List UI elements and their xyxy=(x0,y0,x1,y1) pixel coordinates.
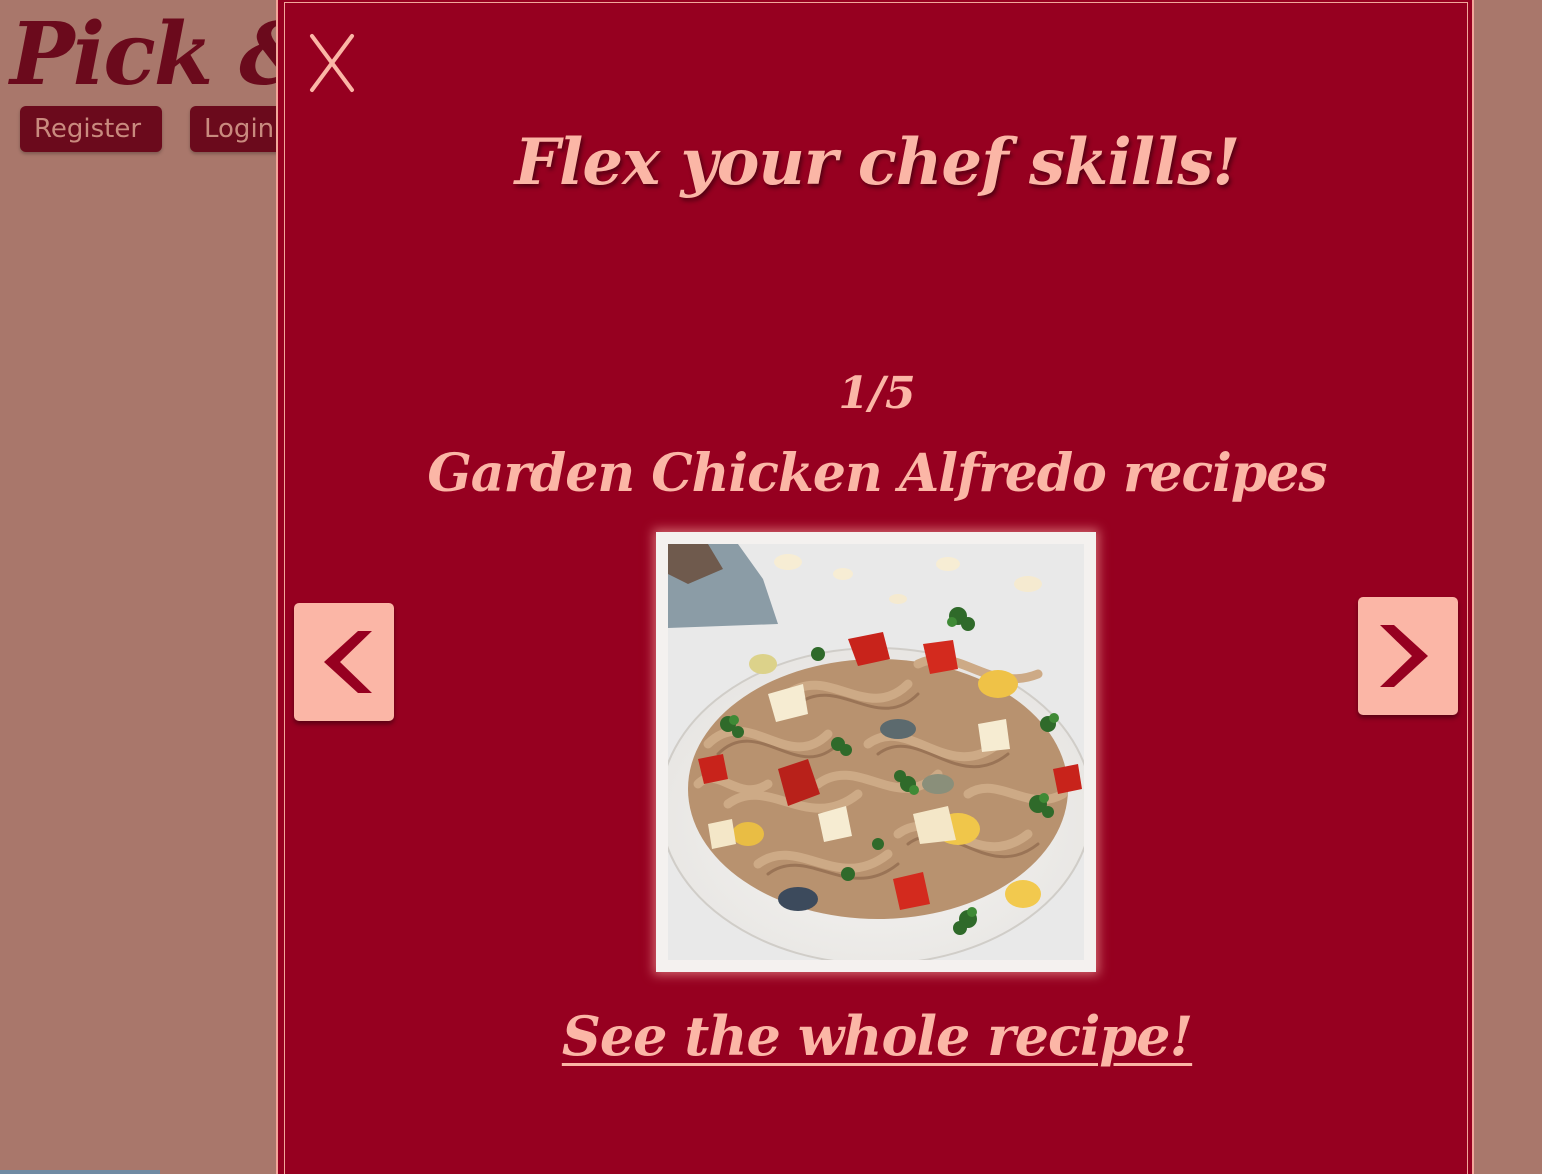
recipe-photo-frame xyxy=(656,532,1096,972)
register-button[interactable]: Register xyxy=(20,106,162,152)
bottom-edge-strip xyxy=(0,1170,160,1174)
chevron-right-icon xyxy=(1380,625,1428,687)
see-recipe-link-label[interactable]: See the whole recipe! xyxy=(562,1004,1193,1068)
slide-counter: 1/5 xyxy=(838,368,916,419)
chevron-left-icon xyxy=(324,631,372,693)
see-recipe-link[interactable]: See the whole recipe! xyxy=(278,998,1476,1074)
pasta-dish-image[interactable] xyxy=(668,544,1084,960)
recipe-modal: Flex your chef skills! 1/5 Garden Chicke… xyxy=(276,0,1474,1174)
close-icon[interactable] xyxy=(308,32,356,94)
previous-button[interactable] xyxy=(294,603,394,721)
site-logo[interactable]: Pick & xyxy=(10,0,317,110)
modal-title: Flex your chef skills! xyxy=(514,125,1241,200)
next-button[interactable] xyxy=(1358,597,1458,715)
recipe-name: Garden Chicken Alfredo recipes xyxy=(427,443,1327,504)
